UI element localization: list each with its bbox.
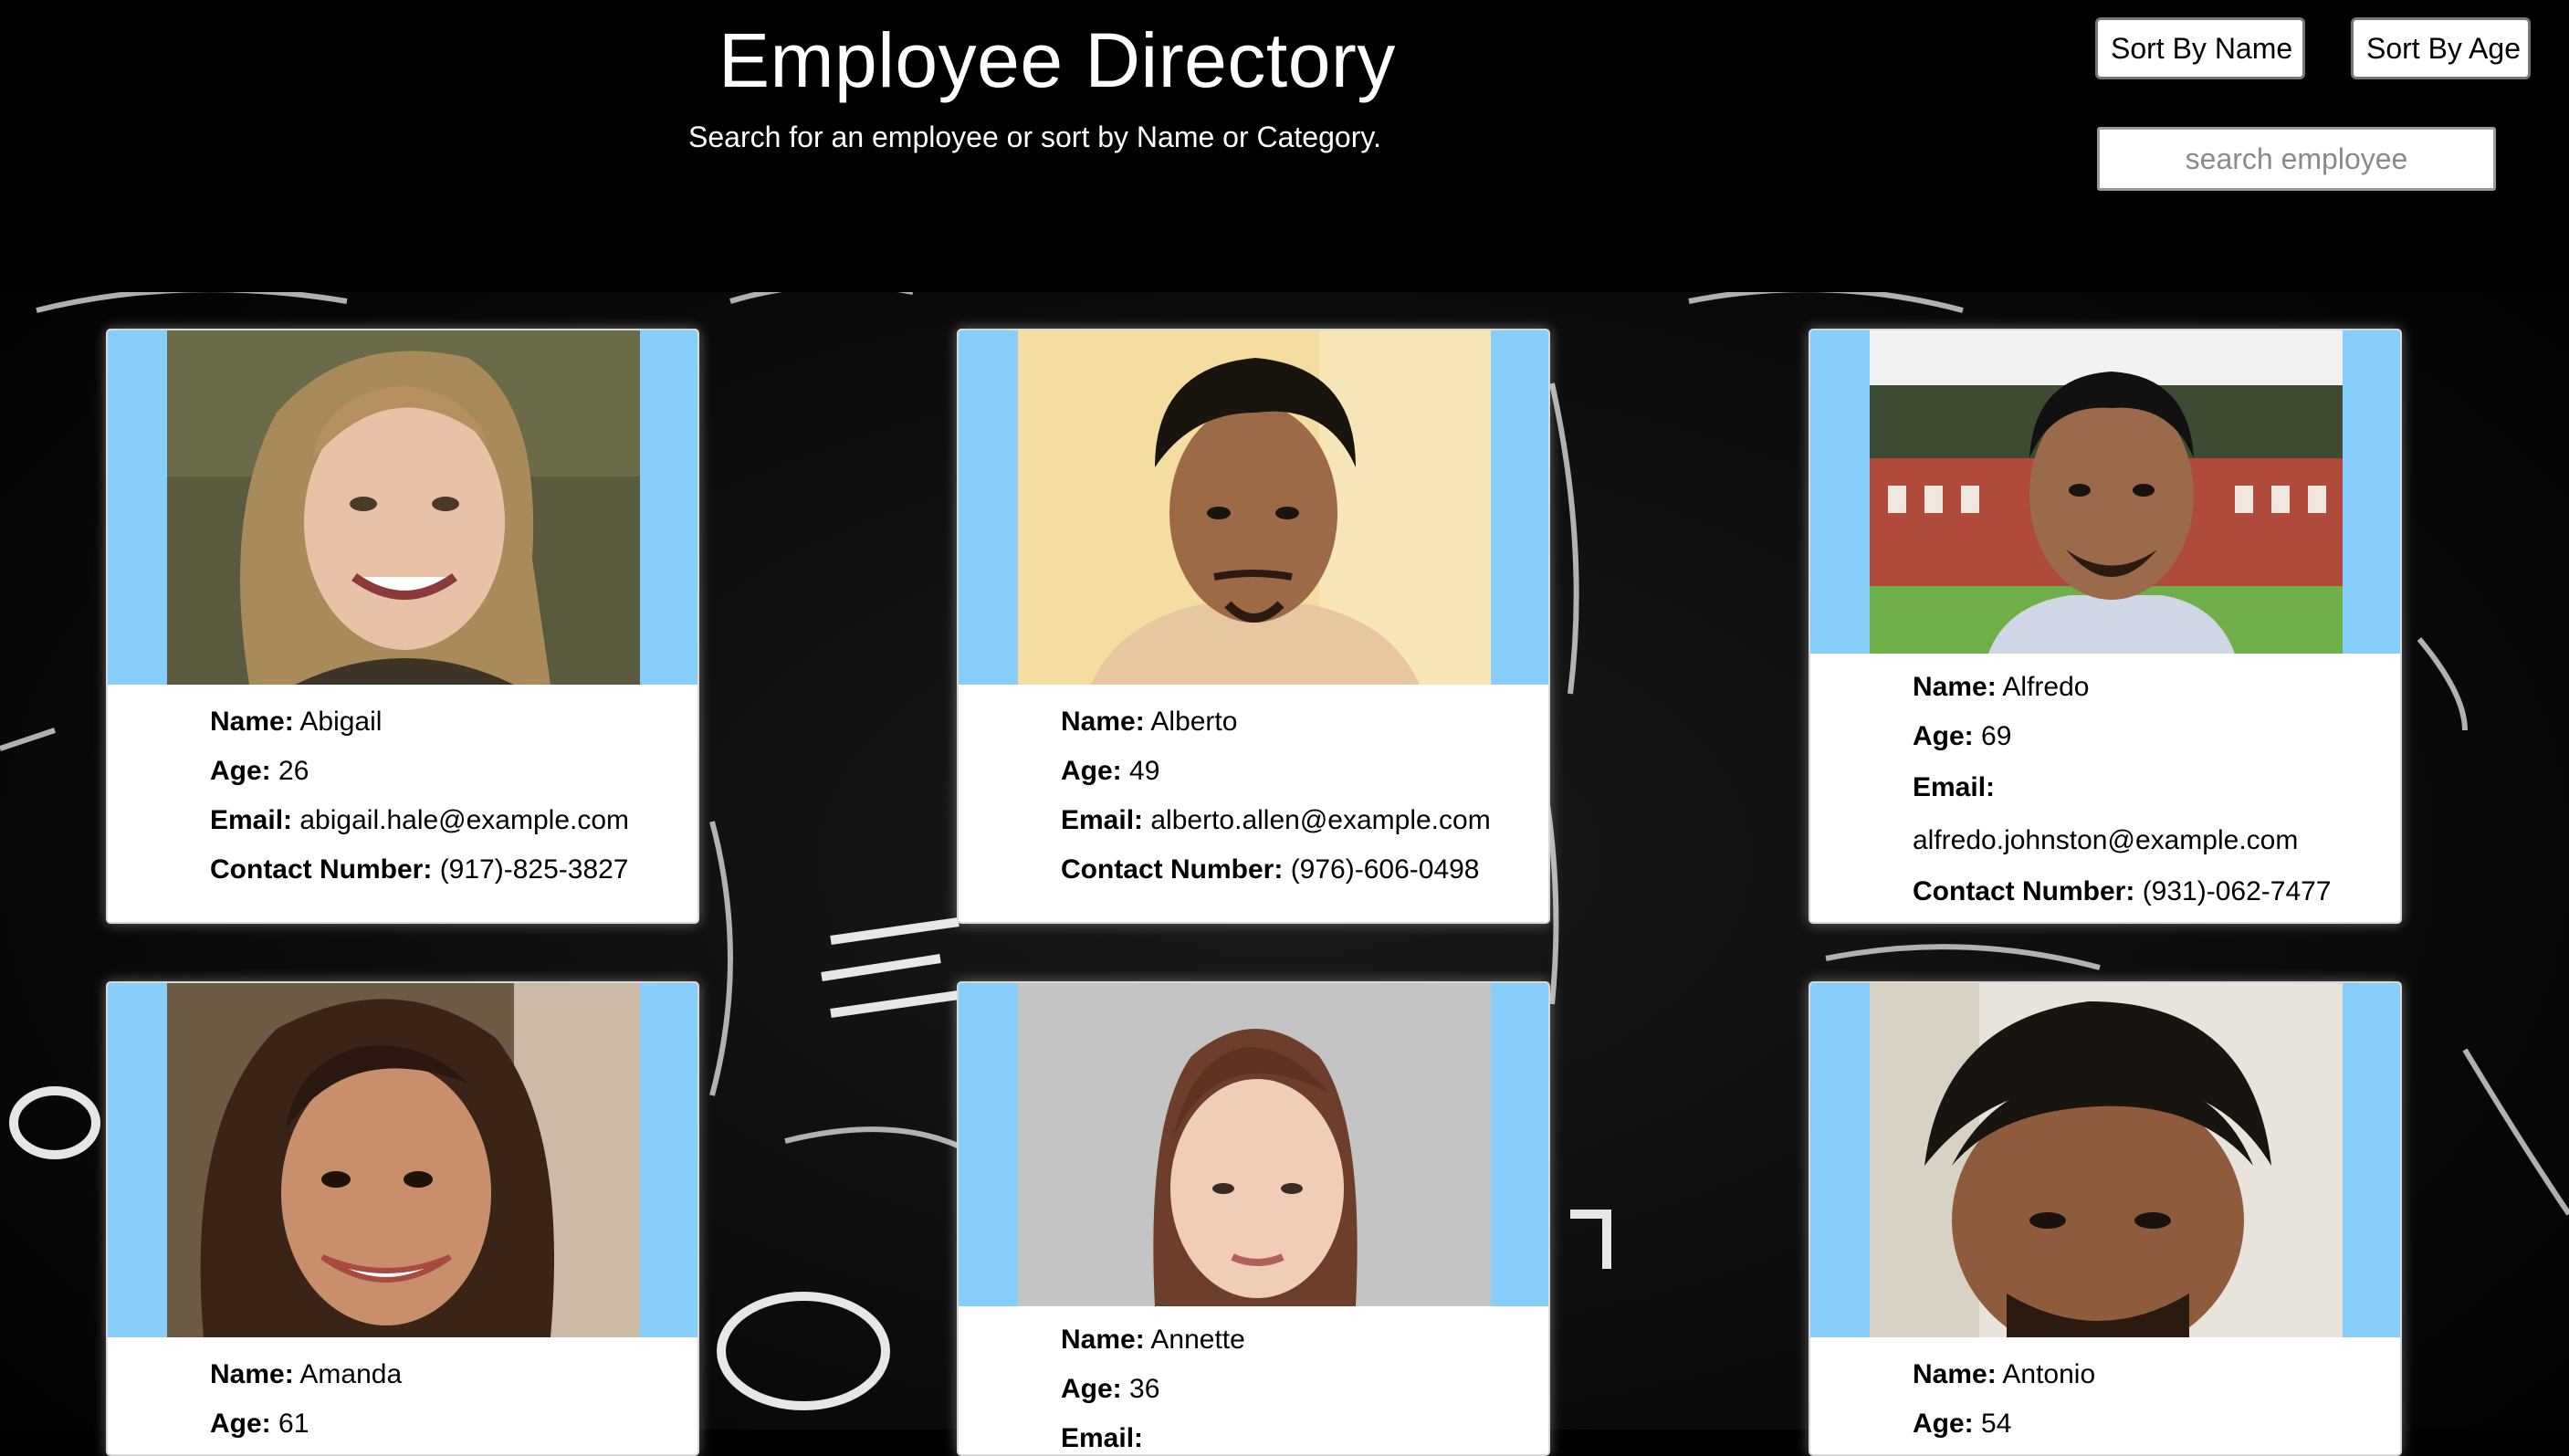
email-label: Email: <box>210 805 293 835</box>
employee-photo <box>167 983 640 1337</box>
employee-photo <box>1870 983 2343 1337</box>
employee-info: Name: Abigail Age: 26 Email: abigail.hal… <box>108 685 697 913</box>
page-header: Employee Directory Search for an employe… <box>0 0 2569 292</box>
sort-by-age-button[interactable]: Sort By Age <box>2351 17 2531 79</box>
employee-age: 26 <box>278 756 309 786</box>
sort-by-name-button[interactable]: Sort By Name <box>2095 17 2305 79</box>
employee-age: 49 <box>1129 756 1160 786</box>
name-label: Name: <box>210 1359 294 1389</box>
age-label: Age: <box>1061 756 1122 786</box>
employee-age: 54 <box>1981 1409 2012 1439</box>
employee-info: Name: Antonio Age: 54 <box>1810 1337 2400 1454</box>
age-label: Age: <box>210 756 271 786</box>
name-label: Name: <box>1913 672 1997 702</box>
employee-phone: (976)-606-0498 <box>1290 854 1480 885</box>
photo-band <box>959 983 1548 1306</box>
employee-info: Name: Amanda Age: 61 <box>108 1337 697 1454</box>
employee-card: Name: Amanda Age: 61 <box>106 981 699 1456</box>
page-title: Employee Directory <box>718 17 1396 103</box>
contact-label: Contact Number: <box>210 854 433 885</box>
employee-age: 36 <box>1129 1374 1160 1404</box>
contact-label: Contact Number: <box>1913 876 2135 906</box>
employee-info: Name: Annette Age: 36 Email: <box>959 1306 1548 1454</box>
employee-card: Name: Alberto Age: 49 Email: alberto.all… <box>957 329 1550 924</box>
employee-photo <box>167 330 640 685</box>
employee-name: Antonio <box>2002 1359 2096 1389</box>
employee-name: Abigail <box>299 707 383 737</box>
email-label: Email: <box>1061 1423 1144 1453</box>
name-label: Name: <box>1061 1325 1145 1355</box>
photo-band <box>1810 983 2400 1337</box>
email-label: Email: <box>1913 772 1996 802</box>
employee-email: alfredo.johnston@example.com <box>1913 825 2299 855</box>
photo-band <box>959 330 1548 685</box>
photo-band <box>108 330 697 685</box>
employee-phone: (931)-062-7477 <box>2142 876 2332 906</box>
employee-card: Name: Antonio Age: 54 <box>1809 981 2402 1456</box>
name-label: Name: <box>1913 1359 1997 1389</box>
employee-card: Name: Annette Age: 36 Email: <box>957 981 1550 1456</box>
employee-age: 69 <box>1981 721 2012 751</box>
employee-name: Amanda <box>299 1359 403 1389</box>
name-label: Name: <box>210 707 294 737</box>
email-label: Email: <box>1061 805 1144 835</box>
age-label: Age: <box>1061 1374 1122 1404</box>
employee-name: Alberto <box>1150 707 1238 737</box>
contact-label: Contact Number: <box>1061 854 1284 885</box>
employee-card: Name: Abigail Age: 26 Email: abigail.hal… <box>106 329 699 924</box>
age-label: Age: <box>1913 721 1974 751</box>
photo-band <box>1810 330 2400 654</box>
employee-name: Annette <box>1150 1325 1245 1355</box>
age-label: Age: <box>1913 1409 1974 1439</box>
employee-info: Name: Alfredo Age: 69 Email: alfredo.john… <box>1810 654 2400 922</box>
employee-photo <box>1018 983 1491 1306</box>
employee-phone: (917)-825-3827 <box>439 854 629 885</box>
employee-age: 61 <box>278 1409 309 1439</box>
employee-card: Name: Alfredo Age: 69 Email: alfredo.john… <box>1809 329 2402 924</box>
photo-band <box>108 983 697 1337</box>
employee-email: alberto.allen@example.com <box>1150 805 1491 835</box>
employee-photo <box>1018 330 1491 685</box>
page-subtitle: Search for an employee or sort by Name o… <box>688 120 1381 153</box>
employee-email: abigail.hale@example.com <box>299 805 630 835</box>
employee-name: Alfredo <box>2002 672 2090 702</box>
name-label: Name: <box>1061 707 1145 737</box>
search-input[interactable] <box>2097 127 2496 191</box>
employee-info: Name: Alberto Age: 49 Email: alberto.all… <box>959 685 1548 913</box>
age-label: Age: <box>210 1409 271 1439</box>
employee-photo <box>1870 330 2343 654</box>
